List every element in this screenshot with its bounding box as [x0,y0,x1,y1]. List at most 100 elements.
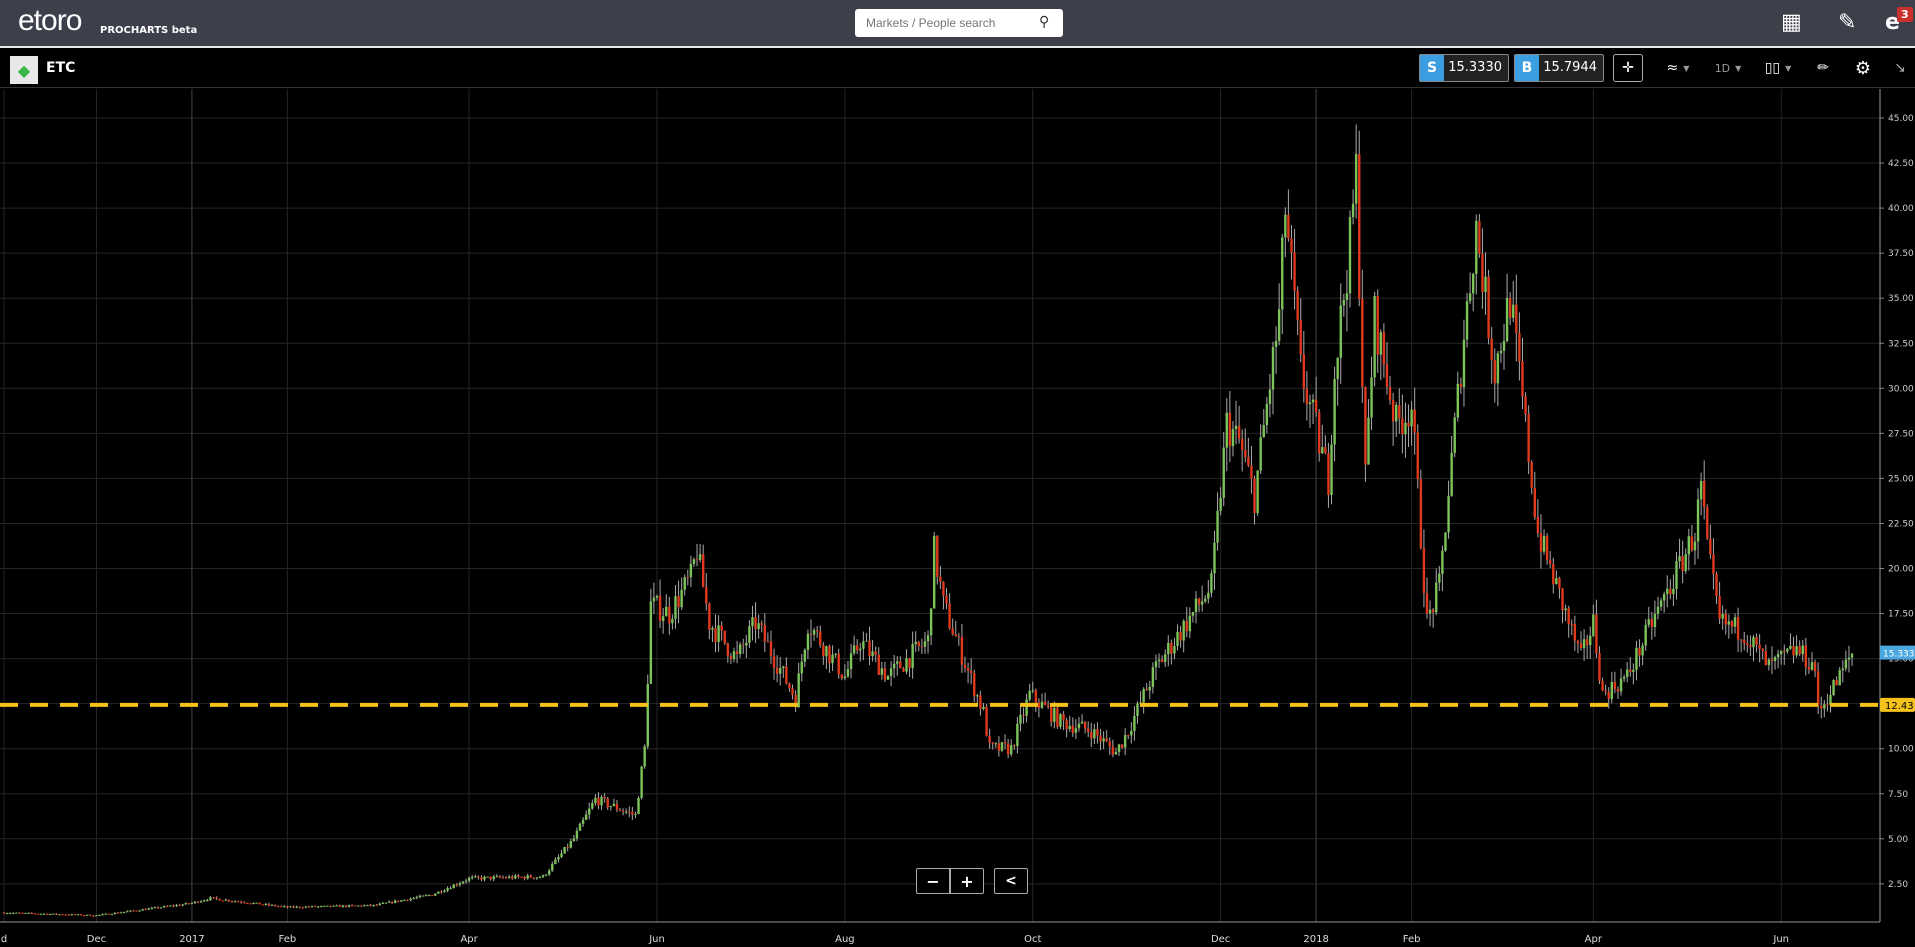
candle-body [1773,657,1777,662]
buy-button[interactable]: B 15.7944 [1514,54,1604,82]
candle-body [1099,735,1102,742]
sell-button[interactable]: S 15.3330 [1419,54,1509,82]
price-chart[interactable]: 2.505.007.5010.0012.5015.0017.5020.0022.… [0,89,1915,947]
indicators-button[interactable]: ≈ ▼ [1658,54,1698,82]
candle-body [1505,297,1509,342]
candle-body [551,863,554,871]
candle-body [705,587,708,604]
candle-body [689,563,693,578]
candle-body [1465,301,1469,340]
candle-body [779,668,782,674]
candle-body [1222,447,1225,498]
candle-body [375,904,378,906]
candle-body [92,915,95,917]
candle-body [1194,598,1198,612]
candle-body [341,905,345,907]
candle-body [874,651,877,655]
candle-body [1570,623,1573,625]
candle-body [1499,350,1503,354]
share-button[interactable]: < [994,868,1028,894]
candle-body [1241,438,1244,450]
collapse-icon[interactable]: ↘ [1888,54,1912,82]
candle-body [511,876,514,879]
layout-icon[interactable]: ▦ [1781,10,1802,35]
candle-body [283,906,286,908]
candle-body [575,830,579,839]
candle-body [61,914,64,916]
candle-body [831,654,834,664]
candle-body [1659,600,1663,607]
candle-body [911,644,914,668]
candle-body [1019,714,1022,724]
candle-body [517,875,520,877]
candle-body [538,877,542,879]
candle-body [1040,701,1044,708]
candle-body [1087,728,1090,733]
sell-label: S [1420,55,1444,81]
candle-body [849,653,853,670]
candle-body [1724,613,1727,625]
candle-body [273,904,277,907]
gear-icon[interactable]: ⚙ [1846,54,1880,82]
candle-body [384,902,388,904]
candle-body [920,646,924,648]
zoom-in-button[interactable]: + [950,868,984,894]
candle-body [936,535,939,577]
x-tick-label: Apr [460,934,478,945]
candle-body [289,906,292,908]
etoro-logo[interactable]: etoro [18,4,82,38]
candle-body [49,914,52,916]
candle-body [394,900,397,903]
candle-body [1656,606,1660,614]
candle-body [615,803,619,810]
x-tick-label: Dec [1211,934,1230,945]
candle-body [1102,738,1105,742]
candle-body [1077,723,1081,729]
candle-body [455,884,458,886]
candle-body [1743,639,1746,644]
candle-body [1530,462,1533,488]
candle-body [366,904,369,906]
zoom-out-button[interactable]: − [916,868,950,894]
candle-body [1376,296,1379,355]
candle-body [803,649,807,662]
timeframe-dropdown[interactable]: 1D ▼ [1708,54,1748,82]
candle-body [942,581,945,596]
candle-body [196,901,200,903]
candle-body [1330,444,1333,495]
y-tick-label: 42.50 [1888,159,1914,169]
candle-body [1225,412,1228,448]
candle-body [584,814,588,820]
candle-body [1567,608,1570,624]
candle-body [1259,437,1262,471]
crosshair-icon[interactable]: ✛ [1613,54,1643,82]
candle-body [1327,453,1330,495]
candle-body [1739,639,1743,641]
search-input[interactable] [855,9,1063,37]
y-tick-label: 17.50 [1888,610,1914,620]
candle-body [400,900,403,902]
candle-body [554,859,557,864]
candle-body [1037,702,1041,708]
y-tick-label: 7.50 [1888,790,1908,800]
candle-body [1616,688,1620,692]
candle-body [825,646,828,657]
candle-body [313,906,317,908]
level-tag-label: 12.43 [1885,701,1914,712]
candle-body [628,811,631,813]
candle-body [1493,360,1496,384]
candle-body [76,914,80,916]
candle-body [1428,609,1432,614]
candle-body [1727,621,1731,625]
pencil-icon[interactable]: ✎ [1838,10,1856,35]
candle-body [190,902,194,904]
drawing-icon[interactable]: ✏ [1806,54,1840,82]
candle-body [1780,650,1783,654]
candle-body [1561,588,1564,611]
chart-type-button[interactable]: ▯▯ ▼ [1755,54,1801,82]
candle-body [138,910,141,912]
candle-body [1096,729,1099,736]
candle-body [1351,203,1355,218]
search-icon[interactable]: ⚲ [1039,14,1049,30]
candle-body [994,743,997,745]
